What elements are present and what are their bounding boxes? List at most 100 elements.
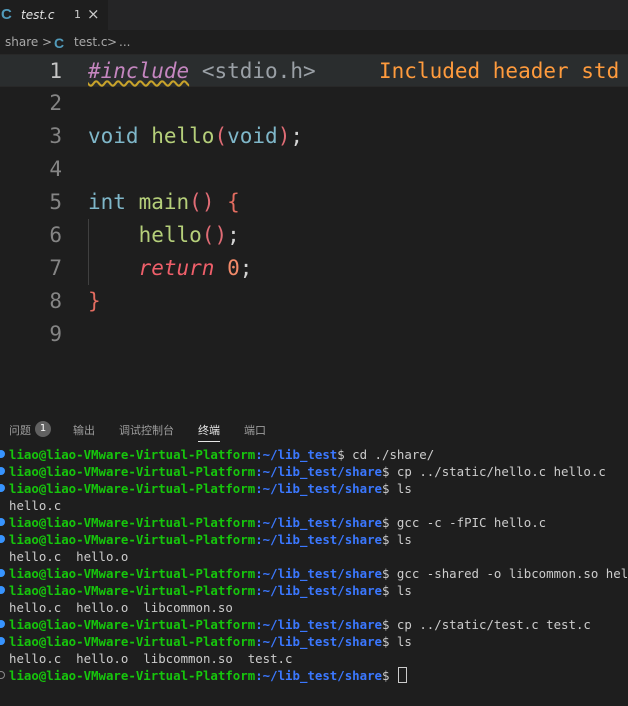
code-line-7: 7 return 0; <box>0 252 628 285</box>
prompt-user: liao@liao-VMware-Virtual-Platform <box>9 481 256 496</box>
line-number: 8 <box>49 289 62 313</box>
command-text: $ cp ../static/hello.c hello.c <box>382 464 606 479</box>
prompt-path: :~/lib_test/share <box>255 566 383 581</box>
code-text: #include <stdio.h> <box>88 59 316 83</box>
command-decoration-icon[interactable] <box>0 518 5 526</box>
prompt-user: liao@liao-VMware-Virtual-Platform <box>9 634 256 649</box>
tab-terminal[interactable]: 终端 <box>198 422 220 442</box>
prompt-path: :~/lib_test/share <box>255 634 383 649</box>
tab-output[interactable]: 输出 <box>73 422 95 438</box>
terminal-line: liao@liao-VMware-Virtual-Platform:~/lib_… <box>0 582 628 599</box>
command-decoration-icon[interactable] <box>0 620 5 628</box>
code-line-8: 8 } <box>0 285 628 318</box>
command-decoration-icon[interactable] <box>0 467 5 475</box>
terminal-line: liao@liao-VMware-Virtual-Platform:~/lib_… <box>0 565 628 582</box>
terminal-cursor <box>397 667 407 683</box>
editor-tab-bar: C test.c 1 × <box>0 0 628 30</box>
terminal-line: liao@liao-VMware-Virtual-Platform:~/lib_… <box>0 531 628 548</box>
tab-test-c[interactable]: C test.c 1 × <box>0 0 108 30</box>
tab-ports[interactable]: 端口 <box>244 422 266 438</box>
function-name: hello <box>138 223 202 247</box>
code-line-9: 9 <box>0 318 628 351</box>
type-keyword: void <box>88 124 139 148</box>
prompt-path: :~/lib_test <box>255 447 338 462</box>
command-decoration-icon[interactable] <box>0 586 5 594</box>
brace: } <box>88 289 101 313</box>
line-number: 5 <box>49 190 62 214</box>
breadcrumb-file-test-c[interactable]: test.c <box>74 35 107 49</box>
command-output: hello.c hello.o libcommon.so test.c <box>9 651 293 666</box>
code-line-5: 5 int main() { <box>0 186 628 219</box>
breadcrumb-folder-share[interactable]: share <box>5 35 38 49</box>
terminal-line: liao@liao-VMware-Virtual-Platform:~/lib_… <box>0 633 628 650</box>
command-decoration-icon[interactable] <box>0 450 5 458</box>
breadcrumb-symbols[interactable]: ... <box>119 35 130 49</box>
tab-debug-console[interactable]: 调试控制台 <box>119 422 174 438</box>
line-number: 7 <box>49 256 62 280</box>
paren: ) <box>277 124 291 148</box>
prompt-user: liao@liao-VMware-Virtual-Platform <box>9 515 256 530</box>
prompt-user: liao@liao-VMware-Virtual-Platform <box>9 464 256 479</box>
type-keyword: int <box>88 190 126 214</box>
return-keyword: return <box>138 256 215 280</box>
code-line-4: 4 <box>0 153 628 186</box>
terminal-output-line: hello.c hello.o <box>0 548 628 565</box>
tab-problem-count: 1 <box>74 8 81 21</box>
brace: { <box>227 190 240 214</box>
number-literal: 0 <box>227 256 240 280</box>
terminal-output-line: hello.c hello.o libcommon.so <box>0 599 628 616</box>
prompt-user: liao@liao-VMware-Virtual-Platform <box>9 447 256 462</box>
semicolon: ; <box>239 256 253 280</box>
problems-count-badge: 1 <box>35 421 51 437</box>
terminal-line: liao@liao-VMware-Virtual-Platform:~/lib_… <box>0 480 628 497</box>
c-file-icon: C <box>54 35 65 51</box>
prompt-path: :~/lib_test/share <box>255 464 383 479</box>
command-text: $ gcc -shared -o libcommon.so hello.o <box>382 566 628 581</box>
command-decoration-icon[interactable] <box>0 484 5 492</box>
prompt-user: liao@liao-VMware-Virtual-Platform <box>9 668 256 683</box>
terminal-line: liao@liao-VMware-Virtual-Platform:~/lib_… <box>0 463 628 480</box>
prompt-user: liao@liao-VMware-Virtual-Platform <box>9 617 256 632</box>
function-name: main <box>138 190 190 214</box>
include-directive: #include <box>88 59 190 83</box>
command-text: $ cp ../static/test.c test.c <box>382 617 591 632</box>
terminal[interactable]: liao@liao-VMware-Virtual-Platform:~/lib_… <box>0 446 628 702</box>
line-number: 9 <box>49 322 62 346</box>
code-line-3: 3 void hello(void); <box>0 120 628 153</box>
command-text: $ ls <box>382 634 412 649</box>
indent-guide <box>88 219 89 285</box>
include-header: <stdio.h> <box>201 59 316 83</box>
paren: () <box>201 223 228 247</box>
chevron-right-icon: > <box>42 35 53 49</box>
prompt-user: liao@liao-VMware-Virtual-Platform <box>9 532 256 547</box>
semicolon: ; <box>227 223 240 247</box>
line-number: 6 <box>49 223 62 247</box>
line-number: 4 <box>49 157 62 181</box>
line-number: 3 <box>49 124 62 148</box>
panel-tab-bar: 问题 1 输出 调试控制台 终端 端口 <box>0 414 628 444</box>
terminal-current-line[interactable]: liao@liao-VMware-Virtual-Platform:~/lib_… <box>0 667 628 684</box>
tab-filename: test.c <box>21 8 55 22</box>
command-decoration-icon[interactable] <box>0 637 5 645</box>
code-line-6: 6 hello(); <box>0 219 628 252</box>
command-decoration-icon[interactable] <box>0 671 5 679</box>
code-line-2: 2 <box>0 87 628 120</box>
tab-problems[interactable]: 问题 <box>9 422 31 438</box>
code-text: void hello(void); <box>88 124 303 148</box>
code-text: hello(); <box>88 223 240 247</box>
prompt-path: :~/lib_test/share <box>255 583 383 598</box>
command-text: $ ls <box>382 532 412 547</box>
code-text: } <box>88 289 101 313</box>
command-decoration-icon[interactable] <box>0 535 5 543</box>
command-decoration-icon[interactable] <box>0 569 5 577</box>
close-icon[interactable]: × <box>87 5 100 23</box>
code-line-1: 1 #include <stdio.h> Included header std <box>0 54 628 87</box>
code-editor[interactable]: 1 #include <stdio.h> Included header std… <box>0 54 628 414</box>
terminal-line: liao@liao-VMware-Virtual-Platform:~/lib_… <box>0 446 628 463</box>
prompt-user: liao@liao-VMware-Virtual-Platform <box>9 583 256 598</box>
terminal-line: liao@liao-VMware-Virtual-Platform:~/lib_… <box>0 616 628 633</box>
function-name: hello <box>151 124 215 148</box>
command-output: hello.c hello.o <box>9 549 129 564</box>
command-output: hello.c <box>9 498 62 513</box>
command-text: $ gcc -c -fPIC hello.c <box>382 515 547 530</box>
